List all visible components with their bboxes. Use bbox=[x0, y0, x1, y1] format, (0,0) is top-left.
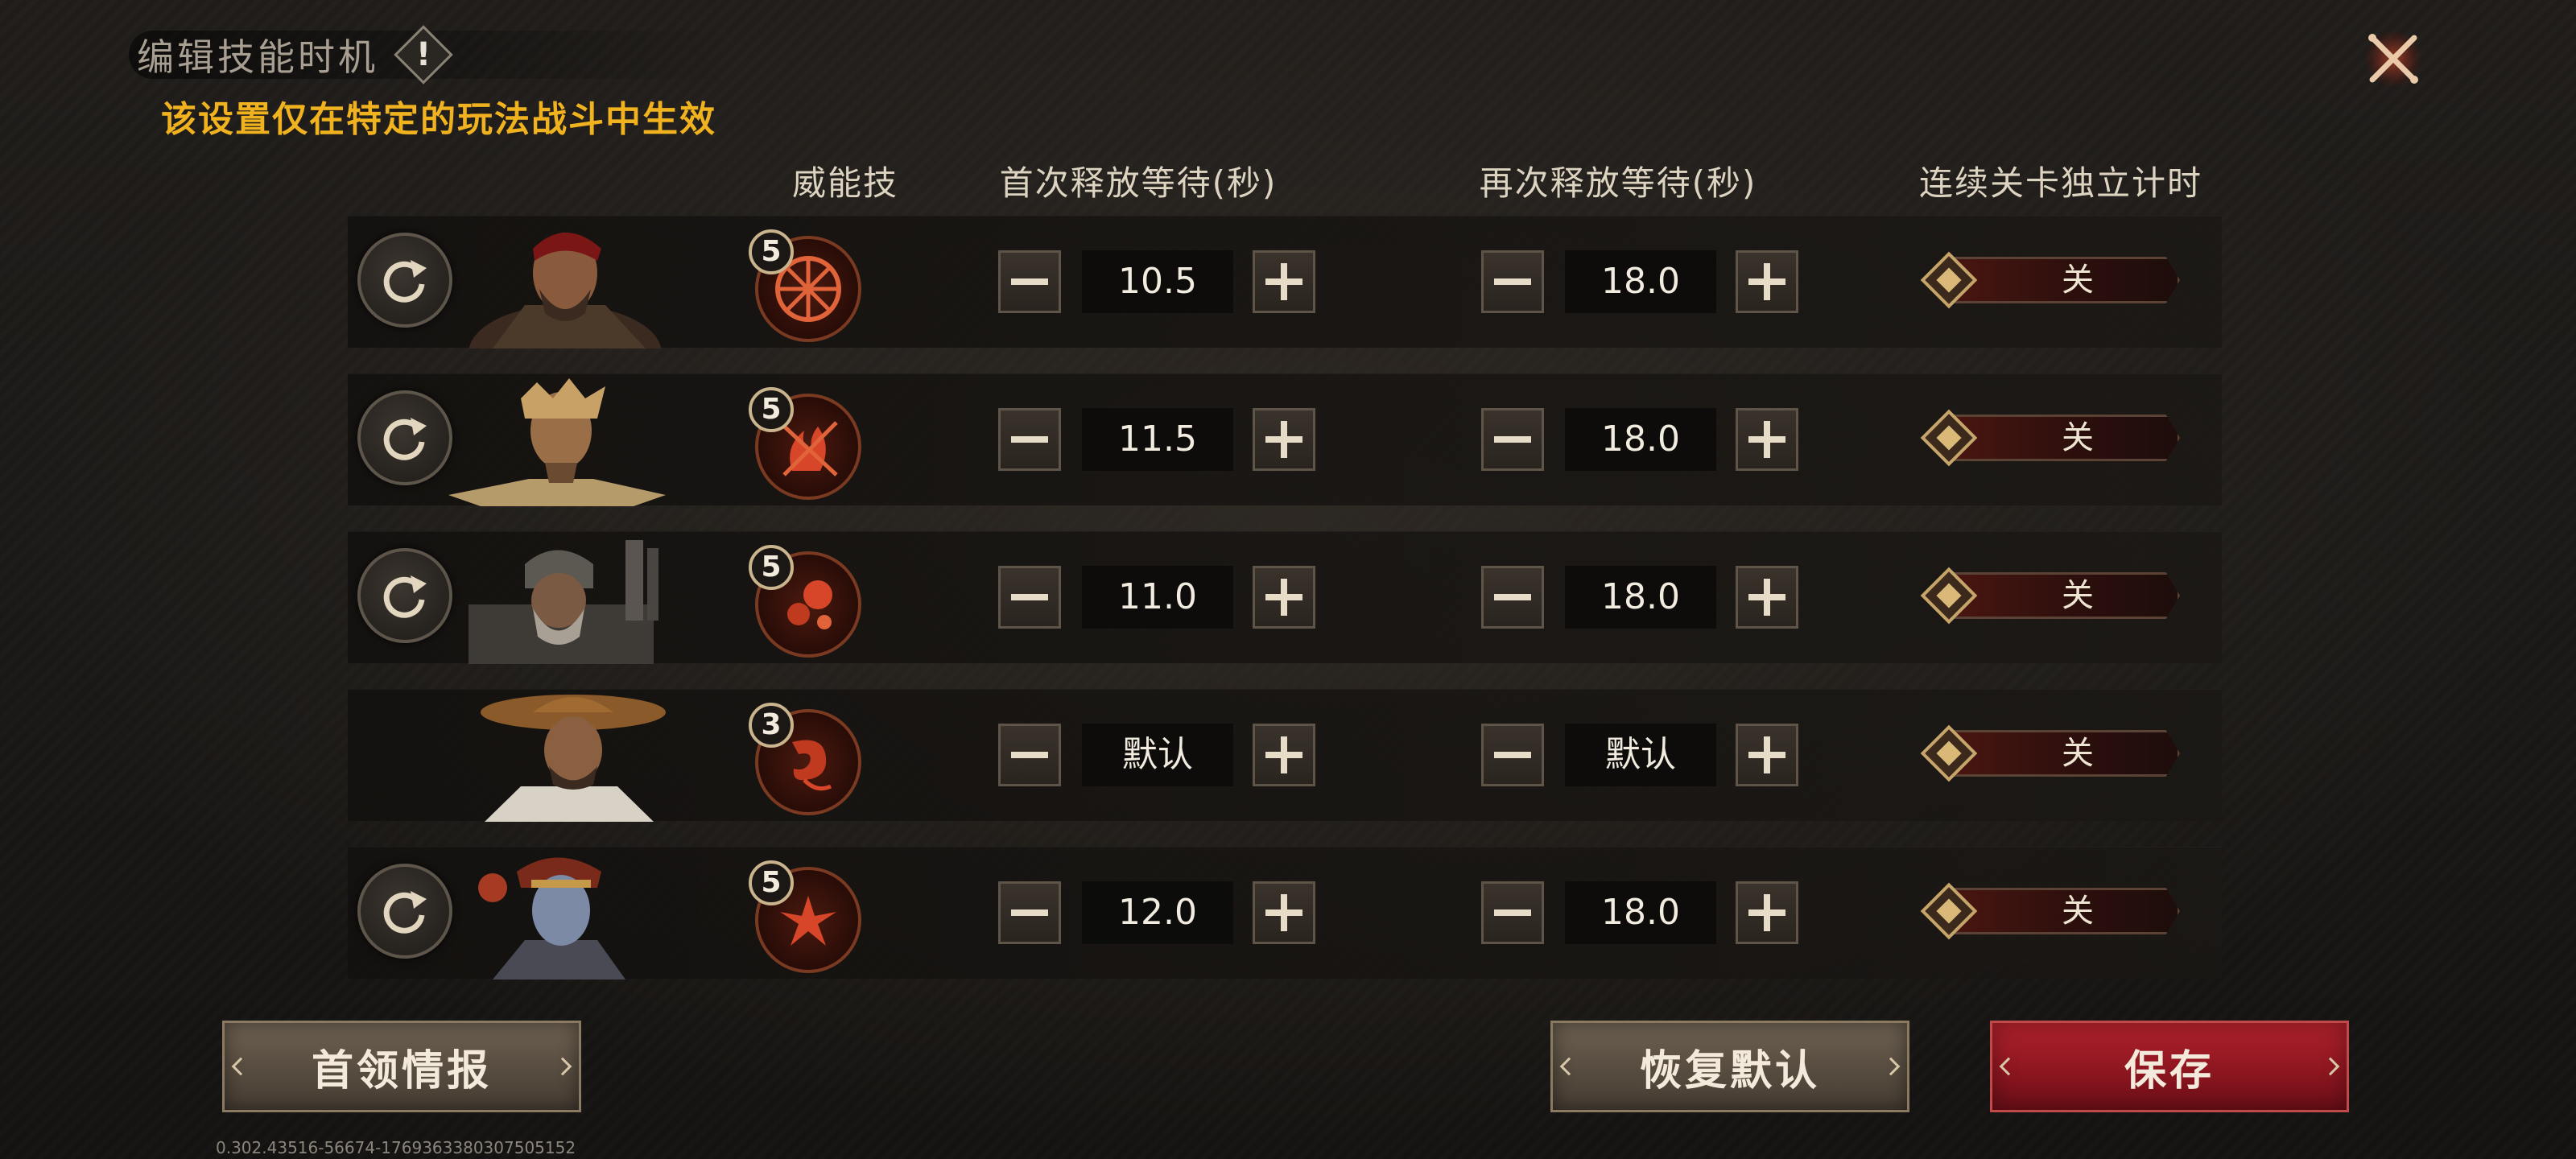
toggle-label: 关 bbox=[2062, 262, 2094, 299]
decrease-button[interactable] bbox=[1481, 566, 1544, 629]
toggle-label: 关 bbox=[2062, 893, 2094, 930]
info-icon[interactable]: ! bbox=[398, 29, 449, 80]
version-label: 0.302.43516-56674-1769363380307505152 bbox=[216, 1138, 576, 1157]
decrease-button[interactable] bbox=[998, 881, 1061, 944]
increase-button[interactable] bbox=[1253, 881, 1315, 944]
minus-icon bbox=[1494, 909, 1531, 916]
minus-icon bbox=[1011, 436, 1048, 443]
boss-info-button[interactable]: 首领情报 bbox=[222, 1021, 581, 1112]
skill-slot[interactable]: 5 bbox=[749, 545, 866, 662]
increase-button[interactable] bbox=[1253, 724, 1315, 786]
increase-button[interactable] bbox=[1736, 881, 1798, 944]
skill-slot[interactable]: 3 bbox=[749, 703, 866, 820]
hero-portrait bbox=[444, 217, 686, 349]
skill-level-badge: 3 bbox=[749, 703, 794, 748]
decrease-button[interactable] bbox=[998, 566, 1061, 629]
toggle-label: 关 bbox=[2062, 735, 2094, 772]
decrease-button[interactable] bbox=[998, 724, 1061, 786]
save-button[interactable]: 保存 bbox=[1990, 1021, 2349, 1112]
minus-icon bbox=[1494, 594, 1531, 600]
hero-row: 3 默认 默认 关 bbox=[348, 689, 2222, 822]
hero-row: 5 11.5 18.0 关 bbox=[348, 373, 2222, 506]
increase-button[interactable] bbox=[1736, 250, 1798, 313]
setting-hint: 该设置仅在特定的玩法战斗中生效 bbox=[161, 99, 716, 140]
minus-icon bbox=[1011, 594, 1048, 600]
plus-icon bbox=[1764, 894, 1770, 931]
column-header-independent-timer: 连续关卡独立计时 bbox=[1918, 163, 2202, 203]
plus-icon bbox=[1281, 894, 1287, 931]
decrease-button[interactable] bbox=[998, 408, 1061, 471]
skill-level-badge: 5 bbox=[749, 229, 794, 274]
decrease-button[interactable] bbox=[998, 250, 1061, 313]
restore-default-button[interactable]: 恢复默认 bbox=[1550, 1021, 1909, 1112]
plus-icon bbox=[1281, 421, 1287, 458]
plus-icon bbox=[1281, 579, 1287, 616]
refresh-icon bbox=[383, 575, 427, 618]
repeat-wait-value[interactable]: 默认 bbox=[1565, 724, 1716, 786]
increase-button[interactable] bbox=[1253, 408, 1315, 471]
independent-timer-toggle[interactable]: 关 bbox=[1920, 567, 2194, 625]
plus-icon bbox=[1764, 736, 1770, 773]
plus-icon bbox=[1764, 579, 1770, 616]
decrease-button[interactable] bbox=[1481, 250, 1544, 313]
column-header-repeat-wait: 再次释放等待(秒) bbox=[1479, 163, 1757, 203]
column-header-skill: 威能技 bbox=[791, 163, 898, 203]
hero-row: 5 11.0 18.0 关 bbox=[348, 531, 2222, 664]
minus-icon bbox=[1494, 278, 1531, 285]
reset-button[interactable] bbox=[357, 233, 452, 328]
refresh-icon bbox=[383, 260, 427, 303]
first-wait-value[interactable]: 11.0 bbox=[1082, 566, 1233, 629]
hero-portrait bbox=[436, 848, 678, 980]
plus-icon bbox=[1764, 263, 1770, 300]
first-wait-value[interactable]: 默认 bbox=[1082, 724, 1233, 786]
repeat-wait-value[interactable]: 18.0 bbox=[1565, 408, 1716, 471]
minus-icon bbox=[1494, 436, 1531, 443]
skill-slot[interactable]: 5 bbox=[749, 229, 866, 347]
skill-level-badge: 5 bbox=[749, 387, 794, 432]
minus-icon bbox=[1494, 752, 1531, 758]
increase-button[interactable] bbox=[1736, 724, 1798, 786]
first-wait-value[interactable]: 10.5 bbox=[1082, 250, 1233, 313]
plus-icon bbox=[1281, 736, 1287, 773]
minus-icon bbox=[1011, 278, 1048, 285]
close-button[interactable] bbox=[2357, 23, 2429, 95]
toggle-label: 关 bbox=[2062, 577, 2094, 614]
hero-row: 5 10.5 18.0 关 bbox=[348, 216, 2222, 349]
independent-timer-toggle[interactable]: 关 bbox=[1920, 409, 2194, 467]
minus-icon bbox=[1011, 909, 1048, 916]
toggle-label: 关 bbox=[2062, 419, 2094, 456]
increase-button[interactable] bbox=[1736, 408, 1798, 471]
independent-timer-toggle[interactable]: 关 bbox=[1920, 882, 2194, 940]
independent-timer-toggle[interactable]: 关 bbox=[1920, 724, 2194, 782]
plus-icon bbox=[1764, 421, 1770, 458]
hero-portrait bbox=[444, 690, 686, 822]
decrease-button[interactable] bbox=[1481, 881, 1544, 944]
close-icon bbox=[2368, 34, 2418, 84]
plus-icon bbox=[1281, 263, 1287, 300]
repeat-wait-value[interactable]: 18.0 bbox=[1565, 566, 1716, 629]
refresh-icon bbox=[383, 891, 427, 934]
repeat-wait-value[interactable]: 18.0 bbox=[1565, 881, 1716, 944]
increase-button[interactable] bbox=[1253, 566, 1315, 629]
skill-slot[interactable]: 5 bbox=[749, 387, 866, 505]
decrease-button[interactable] bbox=[1481, 724, 1544, 786]
hero-portrait bbox=[436, 532, 678, 664]
first-wait-value[interactable]: 11.5 bbox=[1082, 408, 1233, 471]
repeat-wait-value[interactable]: 18.0 bbox=[1565, 250, 1716, 313]
skill-level-badge: 5 bbox=[749, 860, 794, 905]
increase-button[interactable] bbox=[1253, 250, 1315, 313]
refresh-icon bbox=[383, 418, 427, 460]
hero-row: 5 12.0 18.0 关 bbox=[348, 847, 2222, 980]
decrease-button[interactable] bbox=[1481, 408, 1544, 471]
first-wait-value[interactable]: 12.0 bbox=[1082, 881, 1233, 944]
column-header-first-wait: 首次释放等待(秒) bbox=[999, 163, 1278, 203]
title-bar: 编辑技能时机 ! bbox=[129, 23, 741, 87]
skill-level-badge: 5 bbox=[749, 545, 794, 590]
skill-slot[interactable]: 5 bbox=[749, 860, 866, 978]
increase-button[interactable] bbox=[1736, 566, 1798, 629]
page-title: 编辑技能时机 bbox=[137, 35, 378, 79]
minus-icon bbox=[1011, 752, 1048, 758]
hero-portrait bbox=[432, 374, 674, 506]
independent-timer-toggle[interactable]: 关 bbox=[1920, 251, 2194, 309]
